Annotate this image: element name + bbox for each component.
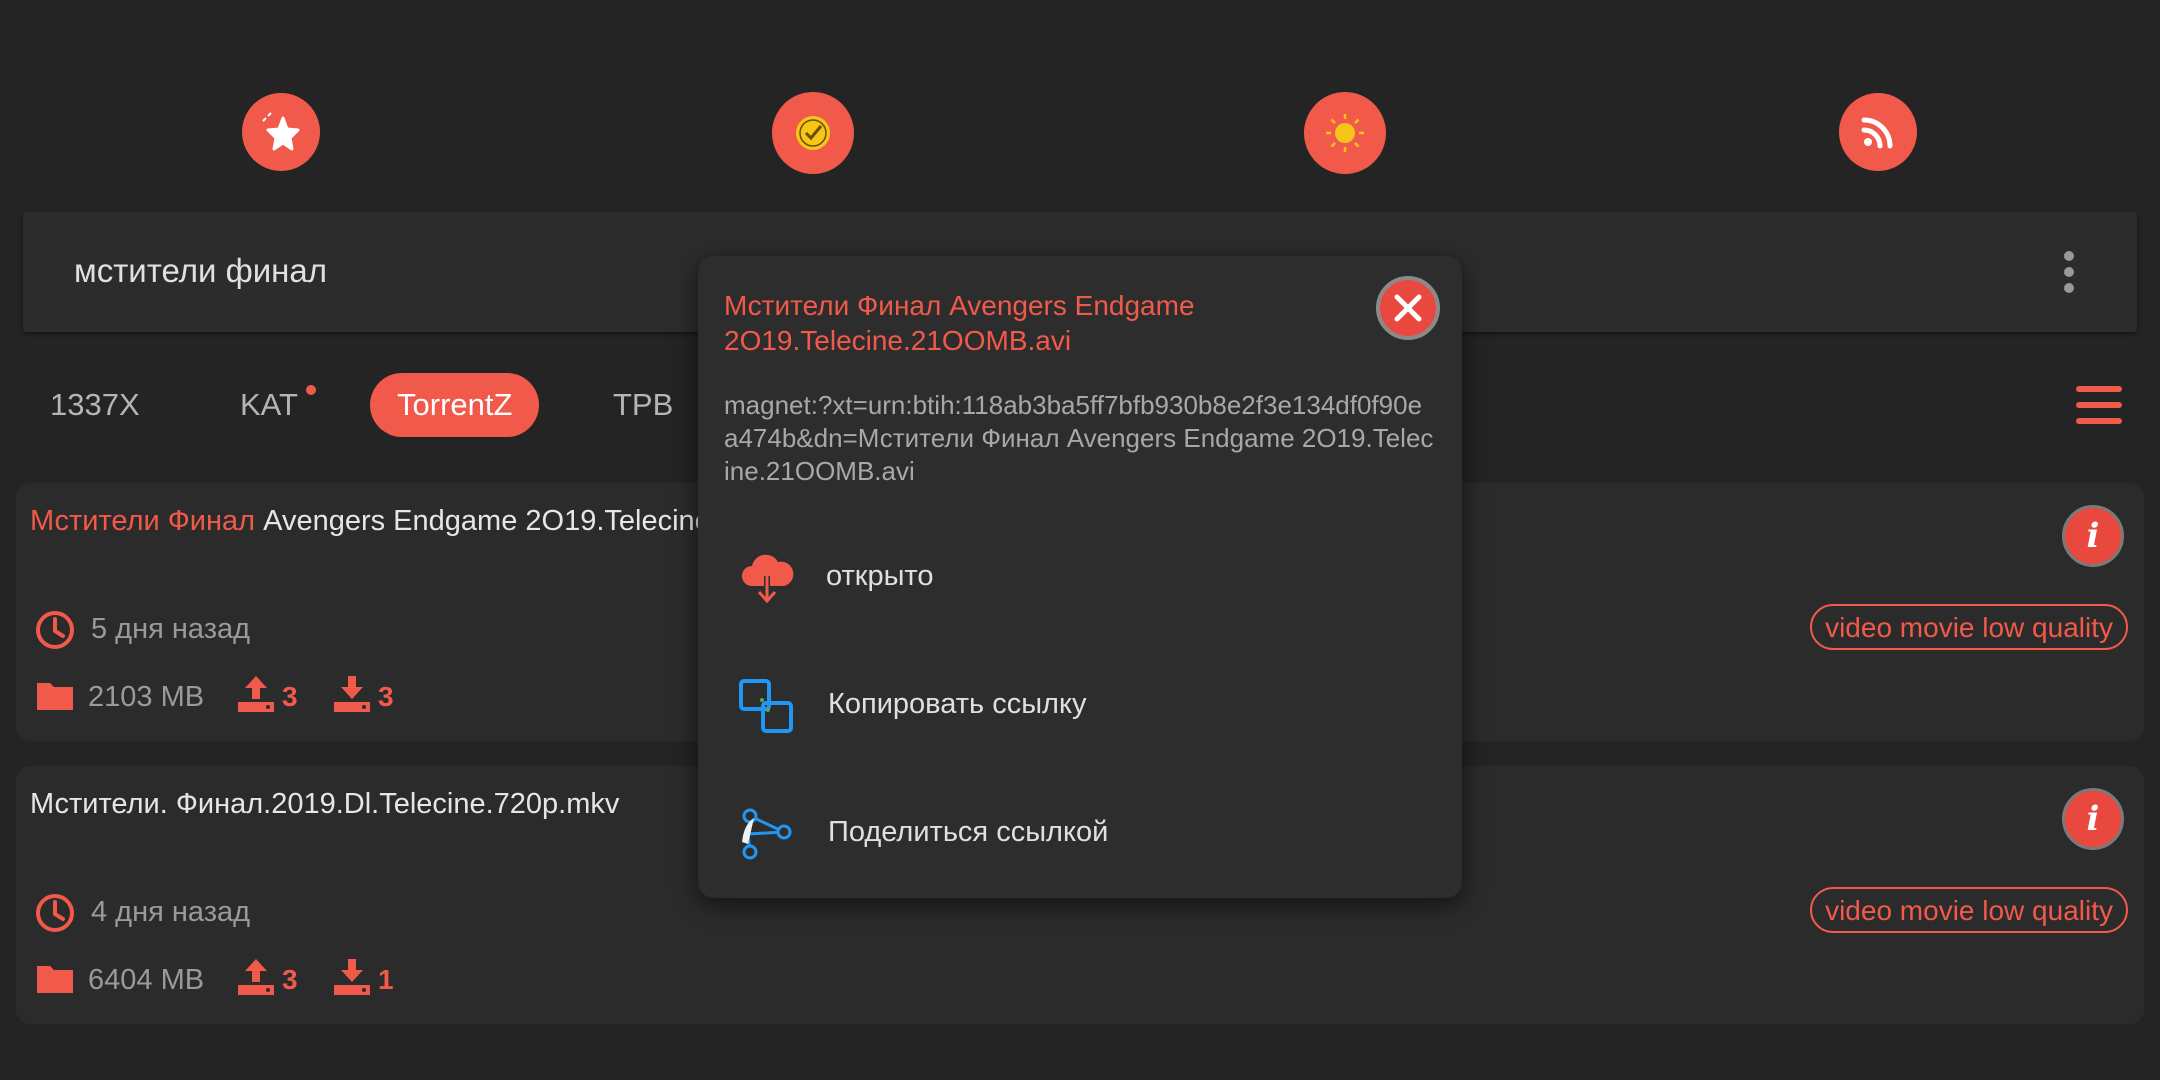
result-title: Мстители. Финал.2019.Dl.Telecine.720p.mk… (30, 788, 620, 820)
download-icon (334, 676, 370, 712)
seeders-count: 3 (282, 681, 298, 712)
close-icon (1394, 294, 1422, 322)
leechers-count: 1 (378, 964, 394, 995)
history-clock-icon (796, 116, 830, 150)
copy-link-icon (739, 679, 793, 733)
rss-feed-icon (1861, 117, 1893, 149)
clock-icon (36, 611, 74, 649)
close-button[interactable] (1376, 276, 1440, 340)
tab-tpb[interactable]: TPB (613, 373, 673, 437)
favorites-star-icon (262, 112, 300, 151)
share-link-label: Поделиться ссылкой (828, 816, 1109, 848)
copy-link-label: Копировать ссылку (828, 688, 1087, 720)
clock-icon (36, 894, 74, 932)
torrent-actions-dialog: Мстители Финал Avengers Endgame 2O19.Tel… (698, 256, 1462, 898)
tab-1337x[interactable]: 1337X (50, 373, 140, 437)
tab-kat[interactable]: KAT (240, 373, 298, 437)
folder-icon (37, 683, 73, 710)
category-tag[interactable]: video movie low quality (1810, 887, 2128, 933)
open-action[interactable]: открыто (738, 544, 1418, 614)
tab-torrentz[interactable]: TorrentZ (370, 373, 540, 437)
more-options-icon[interactable] (2063, 250, 2075, 294)
info-icon[interactable]: i (2062, 505, 2124, 567)
upload-icon (238, 959, 274, 995)
upload-icon (238, 676, 274, 712)
history-button[interactable] (772, 92, 854, 174)
cloud-download-icon (742, 554, 794, 604)
download-icon (334, 959, 370, 995)
share-icon (742, 808, 792, 860)
folder-icon (37, 966, 73, 993)
leechers-count: 3 (378, 681, 394, 712)
dialog-title: Мстители Финал Avengers Endgame 2O19.Tel… (724, 290, 1195, 356)
theme-button[interactable] (1304, 92, 1386, 174)
magnet-link-text: magnet:?xt=urn:btih:118ab3ba5ff7bfb930b8… (724, 390, 1434, 486)
result-age: 5 дня назад (91, 613, 251, 645)
seeders-count: 3 (282, 964, 298, 995)
open-action-label: открыто (826, 560, 934, 592)
info-icon[interactable]: i (2062, 788, 2124, 850)
theme-sun-icon (1326, 114, 1364, 152)
tab-kat-badge (306, 385, 316, 395)
file-size: 6404 MB (88, 964, 205, 996)
menu-icon[interactable] (2076, 386, 2122, 426)
search-input[interactable]: мстители финал (74, 252, 327, 290)
share-link-action[interactable]: Поделиться ссылкой (738, 800, 1418, 870)
copy-link-action[interactable]: Копировать ссылку (738, 672, 1418, 742)
result-age: 4 дня назад (91, 896, 251, 928)
favorites-button[interactable] (242, 93, 320, 171)
rss-button[interactable] (1839, 93, 1917, 171)
file-size: 2103 MB (88, 681, 205, 713)
category-tag[interactable]: video movie low quality (1810, 604, 2128, 650)
